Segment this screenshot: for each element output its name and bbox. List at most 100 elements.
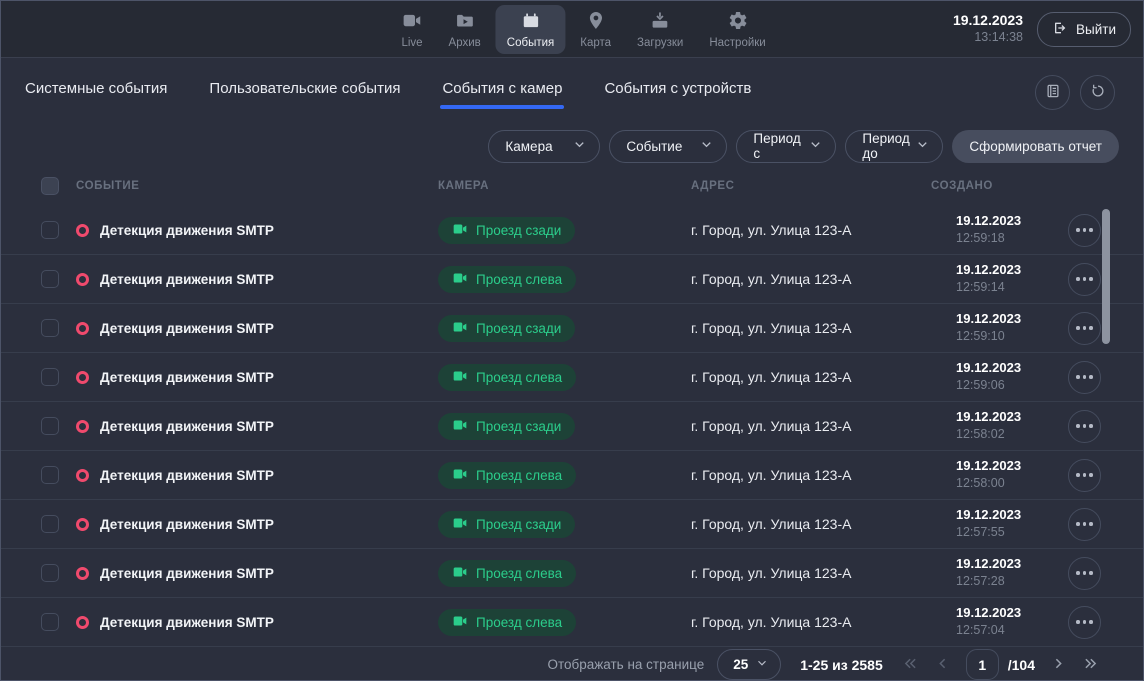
created-time: 12:57:28 (956, 573, 1041, 589)
pagination-bar: Отображать на странице 25 1-25 из 2585 1… (1, 647, 1143, 681)
last-page-button[interactable] (1082, 655, 1099, 675)
table-row[interactable]: Детекция движения SMTP Проезд слева г. Г… (1, 598, 1143, 647)
event-ring-icon (76, 273, 89, 286)
camera-filter-dropdown[interactable]: Камера (488, 130, 600, 163)
current-time: 13:14:38 (953, 30, 1023, 46)
select-all-checkbox[interactable] (41, 177, 59, 195)
report-list-button[interactable] (1035, 75, 1070, 110)
created-time: 12:59:06 (956, 377, 1041, 393)
table-row[interactable]: Детекция движения SMTP Проезд слева г. Г… (1, 451, 1143, 500)
row-more-button[interactable] (1068, 508, 1101, 541)
row-checkbox[interactable] (41, 466, 59, 484)
nav-item-map[interactable]: Карта (569, 5, 622, 54)
refresh-button[interactable] (1080, 75, 1115, 110)
camera-badge[interactable]: Проезд слева (438, 364, 576, 391)
row-more-button[interactable] (1068, 410, 1101, 443)
row-checkbox[interactable] (41, 613, 59, 631)
nav-label: Карта (580, 37, 611, 49)
row-checkbox[interactable] (41, 564, 59, 582)
camera-badge[interactable]: Проезд сзади (438, 315, 575, 342)
event-cell: Детекция движения SMTP (76, 468, 438, 483)
event-filter-label: Событие (626, 139, 682, 154)
tab-device-events[interactable]: События с устройств (604, 74, 751, 111)
row-checkbox[interactable] (41, 515, 59, 533)
period-from-dropdown[interactable]: Период с (736, 130, 836, 163)
generate-report-button[interactable]: Сформировать отчет (952, 130, 1119, 163)
nav-label: Live (401, 37, 422, 49)
chevrons-left-icon (902, 655, 919, 675)
event-cell: Детекция движения SMTP (76, 321, 438, 336)
current-datetime: 19.12.2023 13:14:38 (953, 12, 1023, 45)
first-page-button[interactable] (902, 655, 919, 675)
camera-badge[interactable]: Проезд слева (438, 609, 576, 636)
nav-item-live[interactable]: Live (390, 5, 433, 54)
logout-label: Выйти (1076, 22, 1116, 37)
period-to-label: Период до (862, 131, 915, 161)
chevron-down-icon (572, 137, 587, 155)
event-ring-icon (76, 567, 89, 580)
created-time: 12:58:00 (956, 475, 1041, 491)
table-row[interactable]: Детекция движения SMTP Проезд сзади г. Г… (1, 206, 1143, 255)
table-row[interactable]: Детекция движения SMTP Проезд сзади г. Г… (1, 402, 1143, 451)
created-cell: 19.12.2023 12:59:18 (931, 213, 1041, 246)
prev-page-button[interactable] (934, 655, 951, 675)
camera-badge[interactable]: Проезд сзади (438, 413, 575, 440)
more-dots-icon (1076, 228, 1080, 232)
event-filter-dropdown[interactable]: Событие (609, 130, 727, 163)
table-row[interactable]: Детекция движения SMTP Проезд сзади г. Г… (1, 500, 1143, 549)
nav-label: Архив (449, 37, 481, 49)
per-page-label: Отображать на странице (547, 657, 704, 672)
camera-badge[interactable]: Проезд сзади (438, 511, 575, 538)
camera-badge[interactable]: Проезд слева (438, 266, 576, 293)
event-ring-icon (76, 224, 89, 237)
table-row[interactable]: Детекция движения SMTP Проезд сзади г. Г… (1, 304, 1143, 353)
created-time: 12:57:55 (956, 524, 1041, 540)
tab-system-events[interactable]: Системные события (25, 74, 167, 111)
nav-item-settings[interactable]: Настройки (698, 5, 776, 54)
table-row[interactable]: Детекция движения SMTP Проезд слева г. Г… (1, 255, 1143, 304)
events-app-window: Live Архив События Карта Загрузки Настро… (0, 0, 1144, 681)
row-more-button[interactable] (1068, 557, 1101, 590)
created-cell: 19.12.2023 12:57:55 (931, 507, 1041, 540)
address-cell: г. Город, ул. Улица 123-А (691, 320, 931, 336)
camera-badge[interactable]: Проезд сзади (438, 217, 575, 244)
camera-badge[interactable]: Проезд слева (438, 462, 576, 489)
tab-camera-events[interactable]: События с камер (442, 74, 562, 111)
camera-badge[interactable]: Проезд слева (438, 560, 576, 587)
row-checkbox[interactable] (41, 270, 59, 288)
download-icon (650, 10, 671, 34)
table-row[interactable]: Детекция движения SMTP Проезд слева г. Г… (1, 353, 1143, 402)
event-cell: Детекция движения SMTP (76, 615, 438, 630)
vertical-scrollbar-thumb[interactable] (1102, 209, 1110, 344)
next-page-button[interactable] (1050, 655, 1067, 675)
event-ring-icon (76, 371, 89, 384)
logout-button[interactable]: Выйти (1037, 12, 1131, 47)
row-checkbox[interactable] (41, 368, 59, 386)
table-row[interactable]: Детекция движения SMTP Проезд слева г. Г… (1, 549, 1143, 598)
camera-icon (452, 466, 468, 485)
current-page-input[interactable]: 1 (966, 649, 999, 680)
row-more-button[interactable] (1068, 606, 1101, 639)
pages-total: /104 (1008, 657, 1035, 673)
row-more-button[interactable] (1068, 312, 1101, 345)
camera-name: Проезд слева (476, 272, 562, 287)
row-more-button[interactable] (1068, 459, 1101, 492)
header-event: СОБЫТИЕ (76, 180, 438, 192)
tab-user-events[interactable]: Пользовательские события (209, 74, 400, 111)
row-checkbox[interactable] (41, 319, 59, 337)
row-more-button[interactable] (1068, 361, 1101, 394)
period-to-dropdown[interactable]: Период до (845, 130, 943, 163)
event-cell: Детекция движения SMTP (76, 517, 438, 532)
nav-item-events[interactable]: События (496, 5, 565, 54)
row-more-button[interactable] (1068, 263, 1101, 296)
per-page-value: 25 (733, 657, 748, 672)
rows-range: 1-25 из 2585 (800, 657, 883, 673)
nav-item-downloads[interactable]: Загрузки (626, 5, 694, 54)
row-checkbox[interactable] (41, 417, 59, 435)
nav-item-archive[interactable]: Архив (438, 5, 492, 54)
created-cell: 19.12.2023 12:57:04 (931, 605, 1041, 638)
row-more-button[interactable] (1068, 214, 1101, 247)
per-page-select[interactable]: 25 (717, 649, 781, 680)
camera-name: Проезд сзади (476, 223, 561, 238)
row-checkbox[interactable] (41, 221, 59, 239)
